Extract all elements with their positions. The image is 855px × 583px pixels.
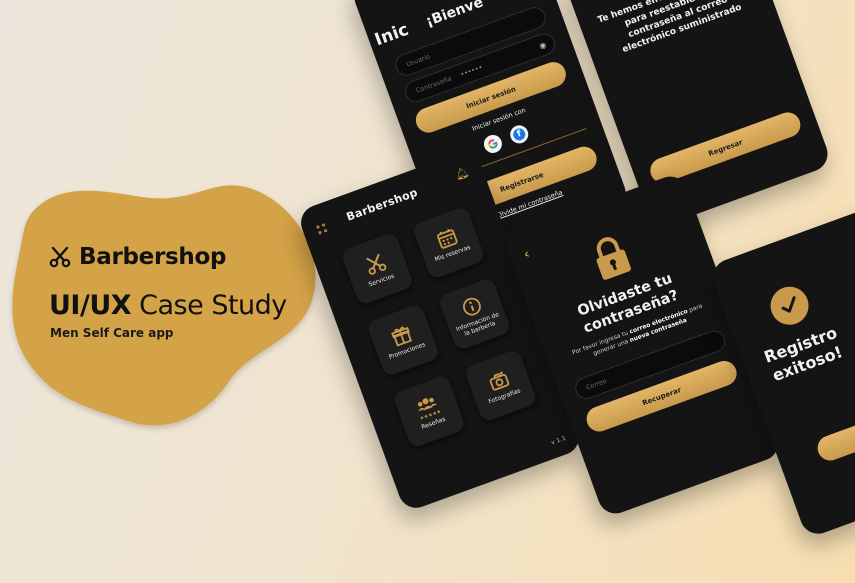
success-title: Registro exitoso!	[761, 322, 846, 386]
check-circle-icon	[765, 281, 814, 331]
gift-icon	[391, 326, 413, 347]
username-placeholder: Usuario	[405, 52, 432, 69]
tile-resenas[interactable]: ★★★★★ Reseñas	[392, 374, 467, 449]
version-label: v 1.1	[550, 434, 567, 447]
tile-fotografias[interactable]: Fotografías	[463, 348, 538, 423]
calendar-icon	[437, 228, 458, 249]
canvas: Barbershop UI/UX Case Study Men Self Car…	[0, 0, 855, 583]
case-study-title: UI/UX Case Study	[49, 290, 287, 321]
google-icon[interactable]	[481, 132, 505, 156]
tile-informacion[interactable]: Información de la barbería	[437, 277, 512, 352]
login-title-left: Inic	[372, 19, 412, 51]
back-arrow-icon[interactable]: ‹	[522, 247, 532, 263]
lock-icon	[596, 237, 631, 280]
sent-message: Te hemos enviado un mensaje para reestab…	[596, 0, 744, 56]
tile-mis-reservas[interactable]: Mis reservas	[411, 205, 486, 280]
scissors-icon	[366, 253, 387, 275]
facebook-icon[interactable]: f	[507, 122, 531, 146]
tile-label: Información de la barbería	[455, 310, 500, 338]
password-placeholder: Contraseña	[414, 74, 453, 95]
bell-icon[interactable]: 🔔︎	[453, 165, 471, 182]
brand-name: Barbershop	[79, 244, 227, 270]
home-title: Barbershop	[344, 185, 420, 224]
title-bold: UI/UX	[49, 290, 132, 321]
email-placeholder: Correo	[584, 376, 608, 392]
eye-icon[interactable]: ◉	[538, 40, 548, 51]
scissors-icon	[49, 246, 71, 268]
menu-dots-icon[interactable]	[316, 223, 329, 236]
info-icon	[462, 297, 481, 316]
login-title-right: ¡Bienve	[423, 0, 486, 30]
case-study-subtitle: Men Self Care app	[50, 326, 174, 340]
brand-lockup: Barbershop	[48, 244, 226, 270]
continue-button[interactable]: C	[814, 382, 855, 464]
password-mask: ••••••	[459, 63, 484, 79]
tile-promociones[interactable]: Promociones	[366, 303, 441, 378]
title-rest: Case Study	[131, 290, 287, 321]
back-button[interactable]: Regresar	[646, 108, 804, 187]
tile-servicios[interactable]: Servicios	[340, 231, 415, 306]
camera-icon	[489, 371, 510, 391]
